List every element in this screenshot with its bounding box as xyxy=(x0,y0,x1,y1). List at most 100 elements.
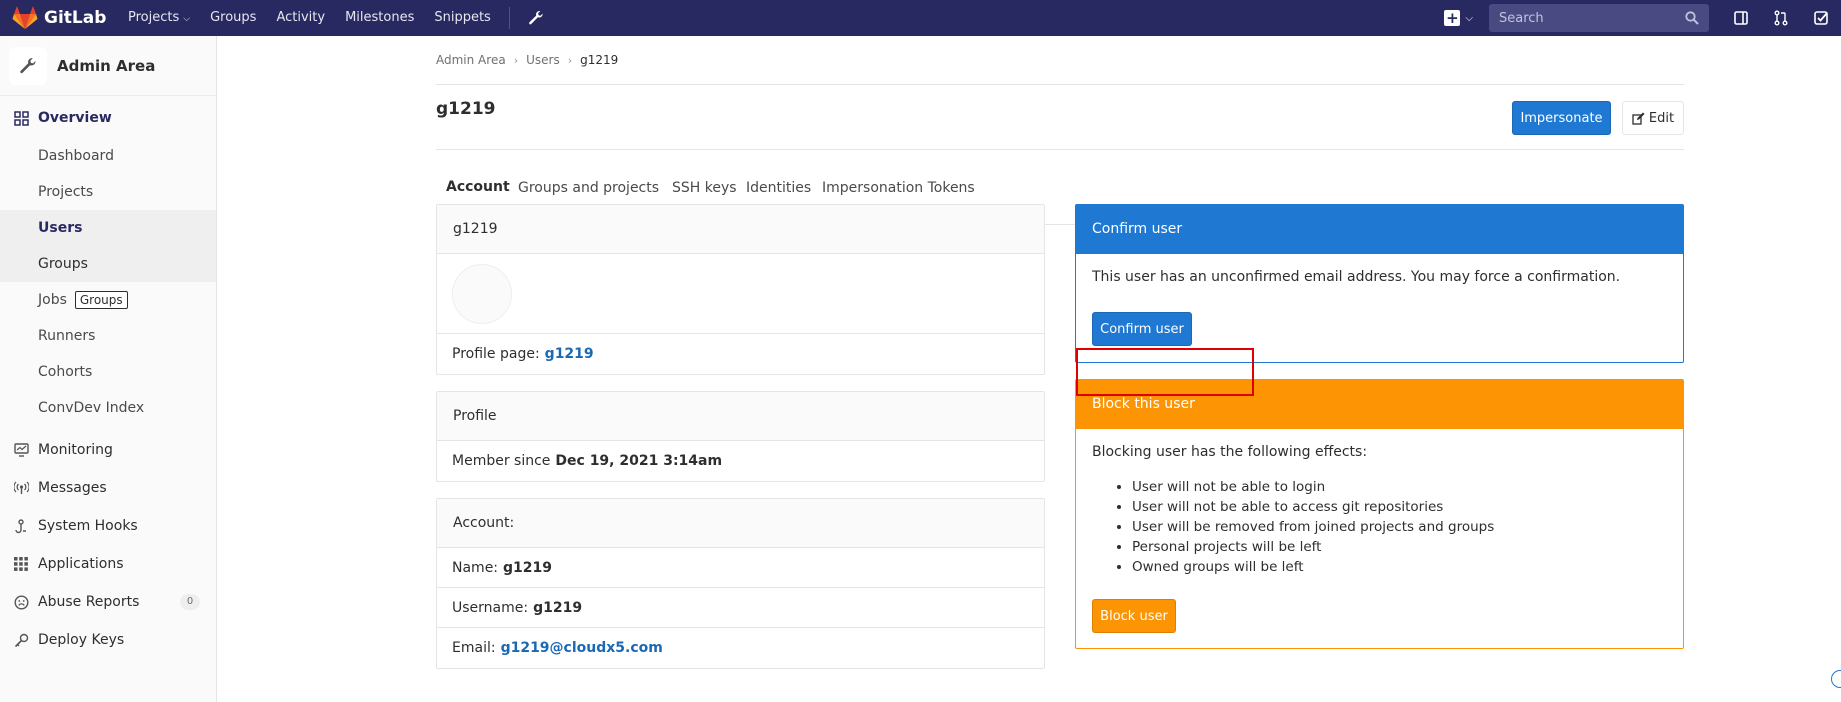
overview-grid-icon xyxy=(12,109,30,127)
confirm-card-text: This user has an unconfirmed email addre… xyxy=(1092,269,1621,285)
impersonate-button[interactable]: Impersonate xyxy=(1512,101,1611,135)
nav-activity[interactable]: Activity xyxy=(266,0,335,36)
sidebar-item-label: Monitoring xyxy=(38,442,113,458)
breadcrumb: Admin Area › Users › g1219 xyxy=(436,36,1684,85)
sidebar-subitem-runners[interactable]: Runners xyxy=(0,318,216,354)
list-item: Owned groups will be left xyxy=(1132,557,1667,577)
wrench-icon xyxy=(20,57,36,73)
monitor-icon xyxy=(12,441,30,459)
sidebar-header[interactable]: Admin Area xyxy=(0,36,216,96)
username-label: Username: xyxy=(452,599,529,616)
sidebar-subitem-jobs[interactable]: Jobs Groups xyxy=(0,282,216,318)
confirm-card-body: This user has an unconfirmed email addre… xyxy=(1076,254,1683,362)
name-row: Name: g1219 xyxy=(437,548,1044,588)
annotation-highlight-box xyxy=(1076,348,1254,396)
logo-text: GitLab xyxy=(44,8,107,28)
breadcrumb-current-user[interactable]: g1219 xyxy=(580,53,618,67)
email-label: Email: xyxy=(452,640,496,656)
chevron-down-icon: ⌵ xyxy=(183,14,191,24)
user-actions-column: Confirm user This user has an unconfirme… xyxy=(1075,204,1684,649)
sidebar-item-label: Applications xyxy=(38,556,124,572)
admin-wrench-icon[interactable] xyxy=(520,0,552,36)
list-item: User will not be able to login xyxy=(1132,477,1667,497)
sidebar-item-label: Overview xyxy=(38,110,112,126)
sidebar-item-applications[interactable]: Applications xyxy=(0,546,216,582)
broadcast-icon xyxy=(12,479,30,497)
profile-card: Profile Member since Dec 19, 2021 3:14am xyxy=(436,391,1045,482)
list-item: User will be removed from joined project… xyxy=(1132,517,1667,537)
nav-divider xyxy=(508,7,510,29)
profile-card-header: Profile xyxy=(437,392,1044,441)
edit-button[interactable]: Edit xyxy=(1622,101,1684,135)
account-card: Account: Name: g1219 Username: g1219 Ema… xyxy=(436,498,1045,669)
block-user-card: Block this user Blocking user has the fo… xyxy=(1075,379,1684,649)
admin-avatar xyxy=(9,46,47,85)
top-navbar: GitLab Projects ⌵ Groups Activity Milesto… xyxy=(0,0,1841,36)
username-value: g1219 xyxy=(533,599,583,616)
name-label: Name: xyxy=(452,559,499,576)
hover-tooltip: Groups xyxy=(74,291,128,309)
confirm-user-button[interactable]: Confirm user xyxy=(1092,312,1192,346)
user-card: g1219 Profile page: g1219 xyxy=(436,204,1045,375)
block-user-button[interactable]: Block user xyxy=(1092,599,1176,633)
chevron-down-icon: ⌵ xyxy=(1465,12,1473,24)
sidebar-subitem-users[interactable]: Users xyxy=(0,210,216,246)
flag-face-icon xyxy=(12,593,30,611)
account-card-header: Account: xyxy=(437,499,1044,548)
profile-page-label: Profile page: xyxy=(452,346,540,362)
sidebar-subitem-convdev-index[interactable]: ConvDev Index xyxy=(0,390,216,426)
sidebar-item-monitoring[interactable]: Monitoring xyxy=(0,432,216,468)
todos-sidebar-icon[interactable] xyxy=(1721,0,1761,36)
confirm-card-header: Confirm user xyxy=(1076,205,1683,254)
sidebar-item-label: Messages xyxy=(38,480,107,496)
search-input[interactable] xyxy=(1499,10,1685,26)
sidebar-item-abuse-reports[interactable]: Abuse Reports 0 xyxy=(0,584,216,620)
edit-icon xyxy=(1632,112,1645,125)
sidebar-subitem-groups[interactable]: Groups xyxy=(0,246,216,282)
profile-page-row: Profile page: g1219 xyxy=(437,334,1044,374)
user-avatar xyxy=(452,263,512,324)
main-content: Admin Area › Users › g1219 g1219 Imperso… xyxy=(436,36,1684,225)
page-title-row: g1219 Impersonate Edit xyxy=(436,85,1684,150)
breadcrumb-users[interactable]: Users xyxy=(526,53,560,67)
applications-grid-icon xyxy=(12,555,30,573)
hook-icon xyxy=(12,517,30,535)
sidebar-item-label: Deploy Keys xyxy=(38,632,125,648)
nav-projects-label: Projects xyxy=(128,10,180,25)
gitlab-logo[interactable]: GitLab xyxy=(0,0,118,36)
sidebar-item-messages[interactable]: Messages xyxy=(0,470,216,506)
todo-check-icon[interactable] xyxy=(1801,0,1841,36)
nav-milestones[interactable]: Milestones xyxy=(335,0,424,36)
chevron-right-icon: › xyxy=(513,53,519,67)
new-dropdown-button[interactable]: + ⌵ xyxy=(1436,0,1481,36)
sidebar-subitem-cohorts[interactable]: Cohorts xyxy=(0,354,216,390)
search-box[interactable] xyxy=(1489,4,1709,32)
search-icon xyxy=(1685,11,1699,25)
help-circle-icon[interactable] xyxy=(1831,670,1841,688)
user-info-column: g1219 Profile page: g1219 Profile Member… xyxy=(436,204,1045,685)
member-since-value: Dec 19, 2021 3:14am xyxy=(555,453,723,469)
list-item: Personal projects will be left xyxy=(1132,537,1667,557)
member-since-row: Member since Dec 19, 2021 3:14am xyxy=(437,441,1044,481)
sidebar-item-system-hooks[interactable]: System Hooks xyxy=(0,508,216,544)
block-card-body: Blocking user has the following effects:… xyxy=(1076,429,1683,648)
email-row: Email: g1219@cloudx5.com xyxy=(437,628,1044,668)
sidebar-item-overview[interactable]: Overview xyxy=(0,98,216,138)
edit-button-label: Edit xyxy=(1648,110,1675,126)
confirm-user-card: Confirm user This user has an unconfirme… xyxy=(1075,204,1684,363)
nav-groups[interactable]: Groups xyxy=(200,0,266,36)
sidebar-item-label: Abuse Reports xyxy=(38,594,140,610)
nav-projects[interactable]: Projects ⌵ xyxy=(118,0,200,36)
page-title: g1219 xyxy=(436,99,496,119)
sidebar-item-label: Jobs xyxy=(38,292,67,308)
profile-page-link[interactable]: g1219 xyxy=(545,346,594,362)
sidebar-item-deploy-keys[interactable]: Deploy Keys xyxy=(0,622,216,658)
sidebar-subitem-dashboard[interactable]: Dashboard xyxy=(0,138,216,174)
merge-requests-icon[interactable] xyxy=(1761,0,1801,36)
breadcrumb-admin-area[interactable]: Admin Area xyxy=(436,53,506,67)
email-link[interactable]: g1219@cloudx5.com xyxy=(501,640,663,656)
avatar-row xyxy=(437,254,1044,334)
abuse-count-badge: 0 xyxy=(180,594,200,610)
nav-snippets[interactable]: Snippets xyxy=(424,0,500,36)
sidebar-subitem-projects[interactable]: Projects xyxy=(0,174,216,210)
